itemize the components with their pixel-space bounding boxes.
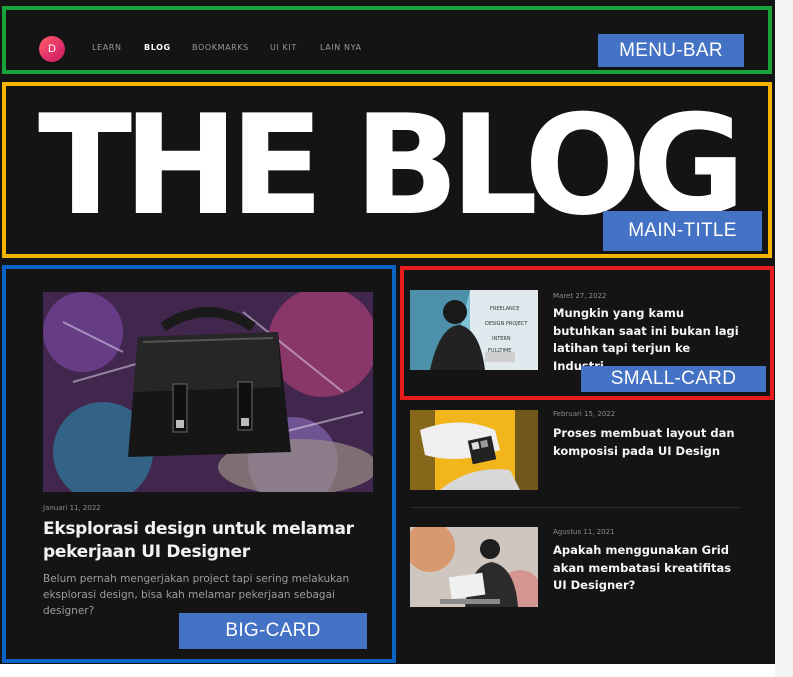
small-card-image[interactable] [410, 410, 538, 490]
small-card-image[interactable] [410, 527, 538, 607]
small-card-date: Agustus 11, 2021 [553, 528, 615, 536]
page-gutter [775, 0, 793, 677]
big-card-annotation-label: BIG-CARD [179, 613, 367, 649]
small-card-annotation-label: SMALL-CARD [581, 366, 766, 392]
small-card-title[interactable]: Proses membuat layout dan komposisi pada… [553, 425, 743, 460]
big-card-annotation [2, 265, 396, 663]
laptop-person-illustration [410, 527, 538, 607]
small-card-date: Februari 15, 2022 [553, 410, 616, 418]
card-divider [410, 507, 740, 508]
small-card-title[interactable]: Apakah menggunakan Grid akan membatasi k… [553, 542, 743, 595]
main-title-annotation-label: MAIN-TITLE [603, 211, 762, 251]
menu-bar-annotation-label: MENU-BAR [598, 34, 744, 67]
rubiks-cube-hand-illustration [410, 410, 538, 490]
